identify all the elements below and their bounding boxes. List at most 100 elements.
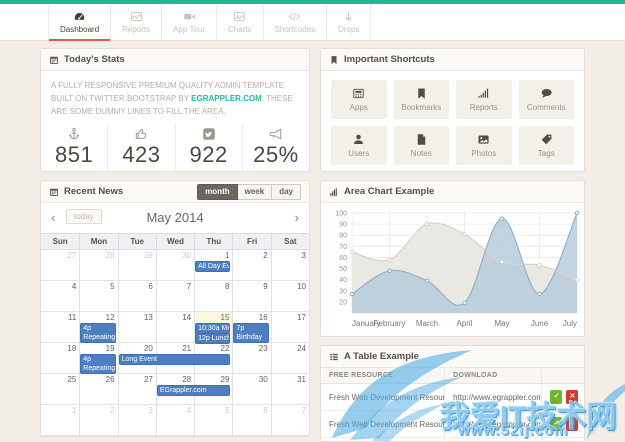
calendar-day-cell[interactable]: 2 [79,405,118,436]
todays-stats-panel: Today's Stats A FULLY RESPONSIVE PREMIUM… [40,48,310,173]
calendar-view-day[interactable]: day [272,183,301,200]
calendar-event[interactable]: 4p Repeating Event [80,323,116,343]
calendar-day-cell[interactable]: 31 [270,374,309,405]
calendar-day-cell[interactable]: 5 [79,281,118,312]
stat-value: 25% [253,142,299,168]
calendar-day-cell[interactable]: 7 [270,405,309,436]
shortcut-tile-apps[interactable]: Apps [331,80,387,119]
reports-bars-icon [477,87,490,100]
calendar-day-cell[interactable]: 4 [155,405,195,436]
calendar-day-cell[interactable]: 30 [232,374,271,405]
calendar-event[interactable]: 4p Repeating Event [80,354,116,374]
calendar-day-cell[interactable]: 28 [79,250,118,281]
calendar-day-cell[interactable]: 29 [117,250,156,281]
day-header-tue: Tue [117,234,156,249]
dashboard-icon [73,10,86,23]
stat-item: 851 [41,124,107,172]
calendar-day-cell[interactable]: 11 [41,312,80,343]
day-header-mon: Mon [79,234,117,249]
nav-tab-drops[interactable]: Drops [327,4,372,40]
users-icon [352,133,365,146]
calendar-day-cell[interactable]: 27 [41,250,80,281]
nav-tab-reports[interactable]: Reports [111,4,163,40]
calendar-day-cell[interactable]: 13 [117,312,156,343]
nav-tab-label: Dashboard [60,25,100,34]
table-row: Fresh Web Development Resourceshttp://ww… [321,410,584,438]
actions-cell: ✓✕ [541,383,584,411]
download-url-cell[interactable]: http://www.egrappler.com/ [444,437,542,441]
calendar-day-cell[interactable]: 26 [79,374,118,405]
shortcut-tile-comments[interactable]: Comments [518,80,574,119]
shortcut-tile-bookmarks[interactable]: Bookmarks [393,80,449,119]
calendar-day-cell[interactable]: 6 [232,405,271,436]
shortcut-label: Photos [471,149,497,158]
calendar-day-cell[interactable]: 18 [41,343,80,374]
calendar-day-cell[interactable]: 7 [155,281,195,312]
calendar-day-cell[interactable]: 1 [41,405,80,436]
chevron-right-icon[interactable]: › [295,209,299,226]
day-header-wed: Wed [155,234,194,249]
svg-text:70: 70 [339,244,347,251]
calendar-day-cell[interactable]: 14 [155,312,195,343]
calendar-event[interactable]: All Day Event [195,261,231,272]
confirm-button[interactable]: ✓ [550,390,563,404]
calendar-day-cell[interactable]: 6 [117,281,156,312]
stats-row: 851 423 922 25% [41,124,309,173]
calendar-day-cell[interactable]: 27 [117,374,156,405]
shortcut-tile-users[interactable]: Users [331,126,387,165]
nav-tab-app-tour[interactable]: App Tour [162,4,218,40]
calendar-day-cell[interactable]: 25 [41,374,80,405]
calendar-event[interactable]: Long Event [118,354,231,365]
calendar-day-cell[interactable]: 10 [270,281,309,312]
area-chart-title: Area Chart Example [344,186,435,197]
svg-text:February: February [373,319,405,328]
confirm-button[interactable]: ✓ [550,417,563,431]
calendar-view-month[interactable]: month [197,183,238,200]
today-button[interactable]: today [66,209,102,224]
shortcut-tile-notes[interactable]: Notes [393,126,449,165]
area-chart-panel: Area Chart Example 20 30 40 50 60 70 80 90 100 Ja… [320,180,585,337]
calendar-day-cell[interactable]: 23 [232,343,271,374]
table-column-header: FREE RESOURCE [321,368,445,384]
recent-news-title: Recent News [64,186,124,197]
calendar-day-cell[interactable]: 30 [155,250,195,281]
download-url-cell[interactable]: http://www.egrappler.com/ [444,383,542,411]
calendar-day-cell[interactable]: 5 [194,405,233,436]
calendar-event[interactable]: 7p Birthday Party [233,323,269,343]
svg-text:March: March [416,319,438,328]
tags-icon [540,133,553,146]
calendar-weeks: 27 28 29 30 1 2 3 4 5 6 7 8 9 10 11 12 13 14 15 16 17 18 19 20 2… [41,250,309,436]
calendar-day-cell[interactable]: 24 [270,343,309,374]
svg-text:80: 80 [339,233,347,240]
shortcut-tile-reports[interactable]: Reports [456,80,512,119]
calendar-day-cell[interactable]: 2 [232,250,271,281]
area-chart-header: Area Chart Example [321,181,584,203]
calendar-day-cell[interactable]: 17 [270,312,309,343]
nav-tab-dashboard[interactable]: Dashboard [48,4,112,41]
calendar-grid: Sun Mon Tue Wed Thu Fri Sat 27 28 29 30 1 2 3 4 5 6 7 8 9 1… [41,233,309,436]
nav-tab-label: App Tour [173,25,206,34]
chevron-left-icon[interactable]: ‹ [51,209,55,226]
resource-cell: Fresh Web Development Resources [321,437,445,441]
calendar-event[interactable]: EGrappler.com [156,385,231,396]
calendar-day-cell[interactable]: 9 [232,281,271,312]
resource-cell: Fresh Web Development Resources [321,410,445,438]
calendar-day-cell[interactable]: 3 [270,250,309,281]
egrappler-link[interactable]: EGRAPPLER.COM [191,94,262,103]
remove-button[interactable]: ✕ [566,390,579,404]
calendar-event[interactable]: 12p Lunch [195,333,231,344]
remove-button[interactable]: ✕ [566,417,579,431]
calendar-day-cell[interactable]: 3 [117,405,156,436]
download-url-cell[interactable]: http://www.egrappler.com/ [444,410,542,438]
calendar-view-week[interactable]: week [237,183,273,200]
shortcut-tile-photos[interactable]: Photos [456,126,512,165]
reports-icon [130,10,143,23]
svg-text:20: 20 [339,299,347,306]
stat-item: 25% [241,124,309,173]
calendar-day-cell[interactable]: 8 [194,281,233,312]
megaphone-icon [243,127,309,142]
calendar-day-cell[interactable]: 4 [41,281,80,312]
shortcut-tile-tags[interactable]: Tags [518,126,574,165]
nav-tab-charts[interactable]: Charts [217,4,264,40]
nav-tab-shortcodes[interactable]: Shortcodes [264,4,328,40]
